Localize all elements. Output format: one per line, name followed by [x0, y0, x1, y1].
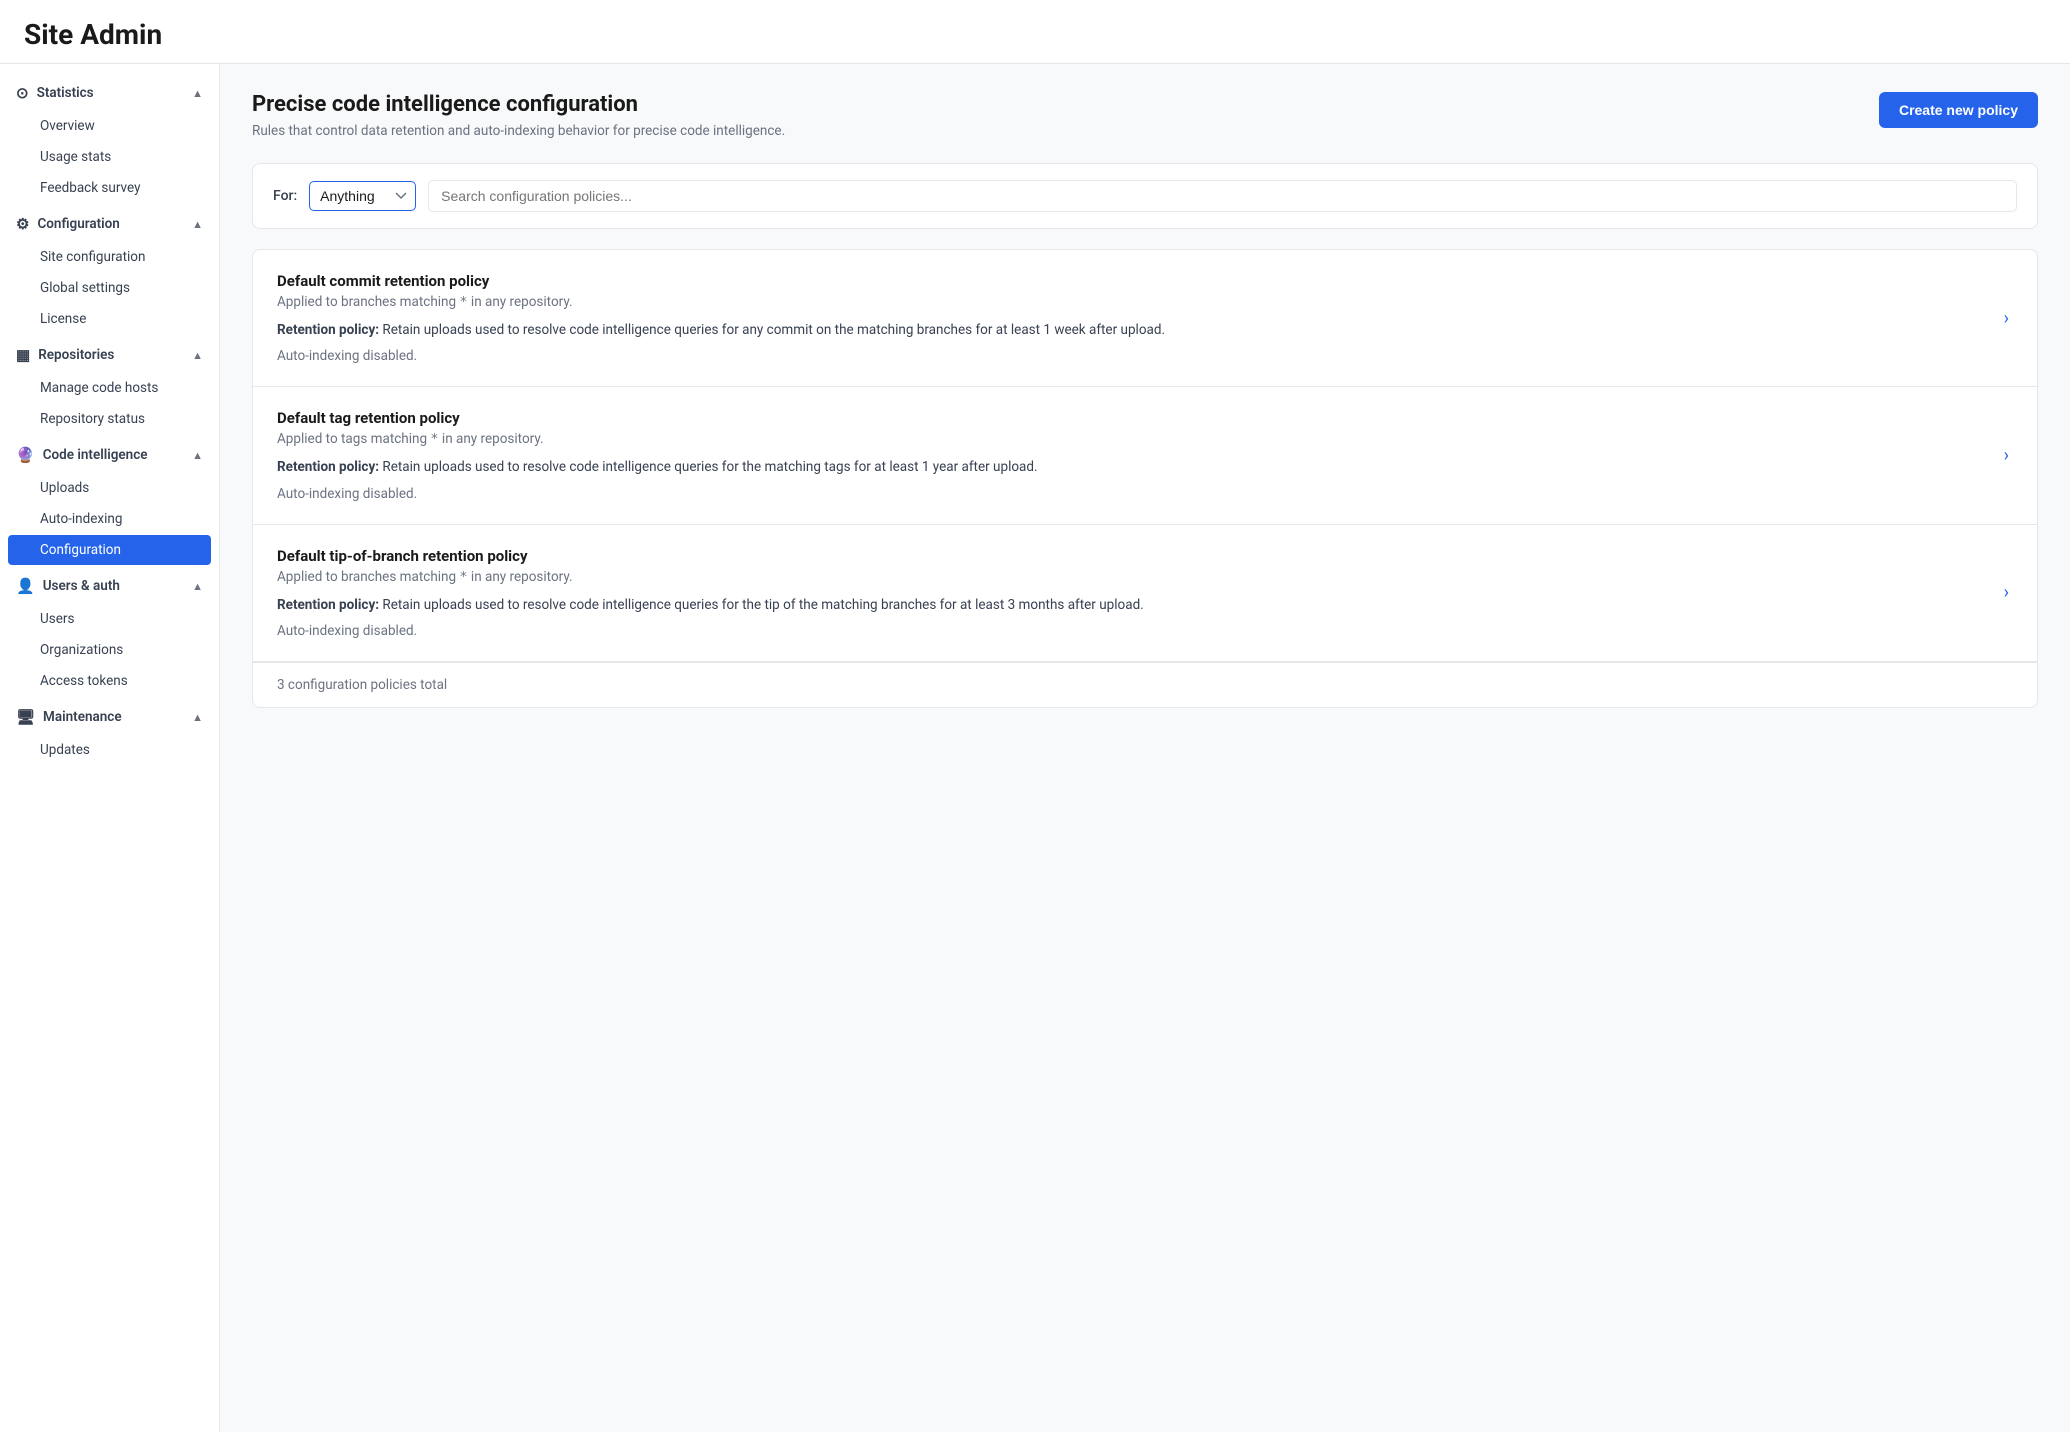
policy-2-applied-to: Applied to tags matching * in any reposi…	[277, 431, 1988, 447]
site-title: Site Admin	[0, 0, 2070, 64]
create-policy-button[interactable]: Create new policy	[1879, 92, 2038, 128]
policy-2-retention: Retention policy: Retain uploads used to…	[277, 457, 1988, 477]
page-title: Precise code intelligence configuration	[252, 92, 785, 117]
users-auth-icon: 👤	[16, 577, 35, 595]
sidebar-item-auto-indexing[interactable]: Auto-indexing	[8, 504, 211, 534]
policies-total: 3 configuration policies total	[277, 677, 447, 693]
sidebar-item-usage-stats[interactable]: Usage stats	[8, 142, 211, 172]
policy-card-2: Default tag retention policy Applied to …	[253, 387, 2037, 524]
sidebar: ⊙ Statistics ▲ Overview Usage stats Feed…	[0, 64, 220, 1432]
policy-3-chevron[interactable]: ›	[2000, 578, 2013, 607]
chevron-users-auth: ▲	[192, 580, 203, 593]
statistics-icon: ⊙	[16, 84, 29, 102]
policy-3-retention: Retention policy: Retain uploads used to…	[277, 595, 1988, 615]
sidebar-item-uploads[interactable]: Uploads	[8, 473, 211, 503]
sidebar-item-updates[interactable]: Updates	[8, 735, 211, 765]
configuration-icon: ⚙	[16, 215, 29, 233]
policy-3-applied-to: Applied to branches matching * in any re…	[277, 569, 1988, 585]
sidebar-item-feedback-survey[interactable]: Feedback survey	[8, 173, 211, 203]
policy-1-auto-indexing: Auto-indexing disabled.	[277, 348, 1988, 364]
main-layout: ⊙ Statistics ▲ Overview Usage stats Feed…	[0, 64, 2070, 1432]
sidebar-section-header-statistics[interactable]: ⊙ Statistics ▲	[0, 76, 219, 110]
sidebar-item-overview[interactable]: Overview	[8, 111, 211, 141]
page-header: Precise code intelligence configuration …	[252, 92, 2038, 139]
sidebar-section-code-intelligence: 🔮 Code intelligence ▲ Uploads Auto-index…	[0, 438, 219, 565]
chevron-repositories: ▲	[192, 349, 203, 362]
policy-2-chevron[interactable]: ›	[2000, 441, 2013, 470]
sidebar-section-users-auth: 👤 Users & auth ▲ Users Organizations Acc…	[0, 569, 219, 696]
policy-card-3: Default tip-of-branch retention policy A…	[253, 525, 2037, 662]
page-header-text: Precise code intelligence configuration …	[252, 92, 785, 139]
app-wrapper: Site Admin ⊙ Statistics ▲ Overview Usage…	[0, 0, 2070, 1432]
policy-2-auto-indexing: Auto-indexing disabled.	[277, 486, 1988, 502]
sidebar-section-configuration: ⚙ Configuration ▲ Site configuration Glo…	[0, 207, 219, 334]
sidebar-item-global-settings[interactable]: Global settings	[8, 273, 211, 303]
filter-row: For: Anything Repository Branch Tag	[252, 163, 2038, 229]
statistics-label: Statistics	[37, 85, 94, 101]
policy-1-retention: Retention policy: Retain uploads used to…	[277, 320, 1988, 340]
policy-3-title: Default tip-of-branch retention policy	[277, 547, 1988, 565]
sidebar-section-statistics: ⊙ Statistics ▲ Overview Usage stats Feed…	[0, 76, 219, 203]
chevron-statistics: ▲	[192, 87, 203, 100]
policy-1-title: Default commit retention policy	[277, 272, 1988, 290]
sidebar-item-organizations[interactable]: Organizations	[8, 635, 211, 665]
main-content: Precise code intelligence configuration …	[220, 64, 2070, 1432]
sidebar-section-maintenance: 🖥 Maintenance ▲ Updates	[0, 700, 219, 765]
page-subtitle: Rules that control data retention and au…	[252, 123, 785, 139]
policy-3-auto-indexing: Auto-indexing disabled.	[277, 623, 1988, 639]
sidebar-section-header-maintenance[interactable]: 🖥 Maintenance ▲	[0, 700, 219, 734]
sidebar-item-site-configuration[interactable]: Site configuration	[8, 242, 211, 272]
maintenance-icon: 🖥	[16, 708, 35, 726]
sidebar-item-ci-configuration[interactable]: Configuration	[8, 535, 211, 565]
chevron-configuration: ▲	[192, 218, 203, 231]
policy-card-1: Default commit retention policy Applied …	[253, 250, 2037, 387]
repositories-icon: ▦	[16, 346, 30, 364]
policies-footer: 3 configuration policies total	[253, 662, 2037, 707]
sidebar-item-manage-code-hosts[interactable]: Manage code hosts	[8, 373, 211, 403]
sidebar-section-header-users-auth[interactable]: 👤 Users & auth ▲	[0, 569, 219, 603]
code-intelligence-icon: 🔮	[16, 446, 35, 464]
sidebar-section-repositories: ▦ Repositories ▲ Manage code hosts Repos…	[0, 338, 219, 434]
filter-select[interactable]: Anything Repository Branch Tag	[309, 181, 416, 211]
chevron-code-intelligence: ▲	[192, 449, 203, 462]
sidebar-item-access-tokens[interactable]: Access tokens	[8, 666, 211, 696]
sidebar-section-header-repositories[interactable]: ▦ Repositories ▲	[0, 338, 219, 372]
repositories-label: Repositories	[38, 347, 114, 363]
sidebar-item-repository-status[interactable]: Repository status	[8, 404, 211, 434]
sidebar-item-users[interactable]: Users	[8, 604, 211, 634]
filter-label: For:	[273, 188, 297, 204]
policy-2-title: Default tag retention policy	[277, 409, 1988, 427]
sidebar-item-license[interactable]: License	[8, 304, 211, 334]
chevron-maintenance: ▲	[192, 711, 203, 724]
search-input[interactable]	[428, 180, 2017, 212]
sidebar-section-header-configuration[interactable]: ⚙ Configuration ▲	[0, 207, 219, 241]
policies-container: Default commit retention policy Applied …	[252, 249, 2038, 708]
code-intelligence-label: Code intelligence	[43, 447, 148, 463]
configuration-section-label: Configuration	[37, 216, 119, 232]
policy-1-chevron[interactable]: ›	[2000, 304, 2013, 333]
maintenance-label: Maintenance	[43, 709, 122, 725]
policy-1-applied-to: Applied to branches matching * in any re…	[277, 294, 1988, 310]
users-auth-label: Users & auth	[43, 578, 120, 594]
sidebar-section-header-code-intelligence[interactable]: 🔮 Code intelligence ▲	[0, 438, 219, 472]
